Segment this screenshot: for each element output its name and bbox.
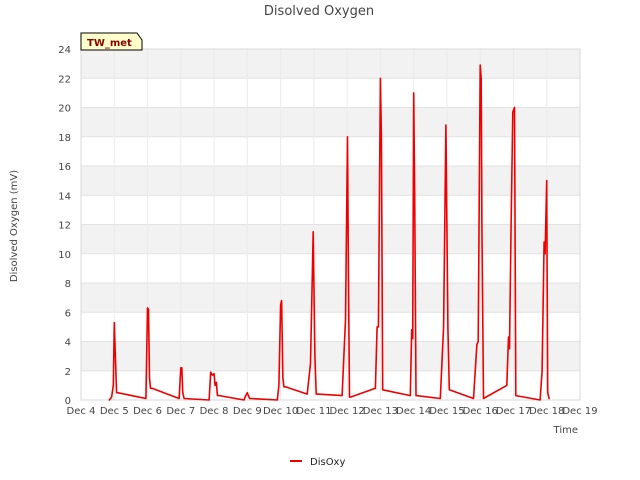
y-tick-label: 6 xyxy=(65,308,71,319)
plot-band xyxy=(81,49,580,79)
plot-band xyxy=(81,341,580,371)
x-tick-label: Dec 12 xyxy=(330,406,365,417)
legend: DisOxy xyxy=(290,457,345,468)
x-axis-ticks: Dec 4 Dec 5 Dec 6 Dec 7 Dec 8 Dec 9 Dec 10Dec … xyxy=(67,406,598,417)
y-tick-label: 12 xyxy=(58,221,71,232)
y-tick-label: 14 xyxy=(58,191,71,202)
x-tick-label: Dec 6 xyxy=(133,406,162,417)
plot-band xyxy=(81,107,580,137)
site-badge: TW_met xyxy=(80,32,143,51)
y-tick-label: 22 xyxy=(58,74,71,85)
plot-band xyxy=(81,195,580,225)
x-tick-label: Dec 14 xyxy=(396,406,431,417)
plot-band xyxy=(81,136,580,166)
x-tick-label: Dec 4 xyxy=(67,406,96,417)
y-tick-label: 20 xyxy=(58,104,71,115)
plot-band xyxy=(81,283,580,313)
x-axis-label: Time xyxy=(553,425,578,436)
y-tick-label: 10 xyxy=(58,250,71,261)
y-axis-ticks: 024681012141618202224 xyxy=(58,45,71,407)
plot-band xyxy=(81,78,580,108)
plot-band xyxy=(81,224,580,254)
legend-label-disoxy: DisOxy xyxy=(310,457,345,468)
site-badge-label: TW_met xyxy=(87,38,132,49)
x-tick-label: Dec 11 xyxy=(296,406,331,417)
x-tick-label: Dec 5 xyxy=(100,406,129,417)
x-tick-label: Dec 17 xyxy=(496,406,531,417)
y-tick-label: 4 xyxy=(65,338,71,349)
x-tick-label: Dec 18 xyxy=(529,406,564,417)
y-tick-label: 0 xyxy=(65,396,71,407)
plot-band xyxy=(81,253,580,283)
x-tick-label: Dec 9 xyxy=(233,406,262,417)
x-tick-label: Dec 7 xyxy=(166,406,195,417)
x-tick-label: Dec 8 xyxy=(200,406,229,417)
x-tick-label: Dec 15 xyxy=(429,406,464,417)
x-tick-label: Dec 19 xyxy=(562,406,597,417)
y-tick-label: 18 xyxy=(58,133,71,144)
disolved-oxygen-chart: Dec 4 Dec 5 Dec 6 Dec 7 Dec 8 Dec 9 Dec 10Dec … xyxy=(9,4,598,468)
x-tick-label: Dec 16 xyxy=(463,406,498,417)
y-axis-label: Disolved Oxygen (mV) xyxy=(9,170,20,282)
x-tick-label: Dec 13 xyxy=(363,406,398,417)
y-tick-label: 24 xyxy=(58,45,71,56)
y-tick-label: 16 xyxy=(58,162,71,173)
plot-band xyxy=(81,166,580,196)
x-tick-label: Dec 10 xyxy=(263,406,298,417)
y-tick-label: 8 xyxy=(65,279,71,290)
y-tick-label: 2 xyxy=(65,367,71,378)
chart-title: Disolved Oxygen xyxy=(264,4,374,19)
plot-band xyxy=(81,312,580,342)
